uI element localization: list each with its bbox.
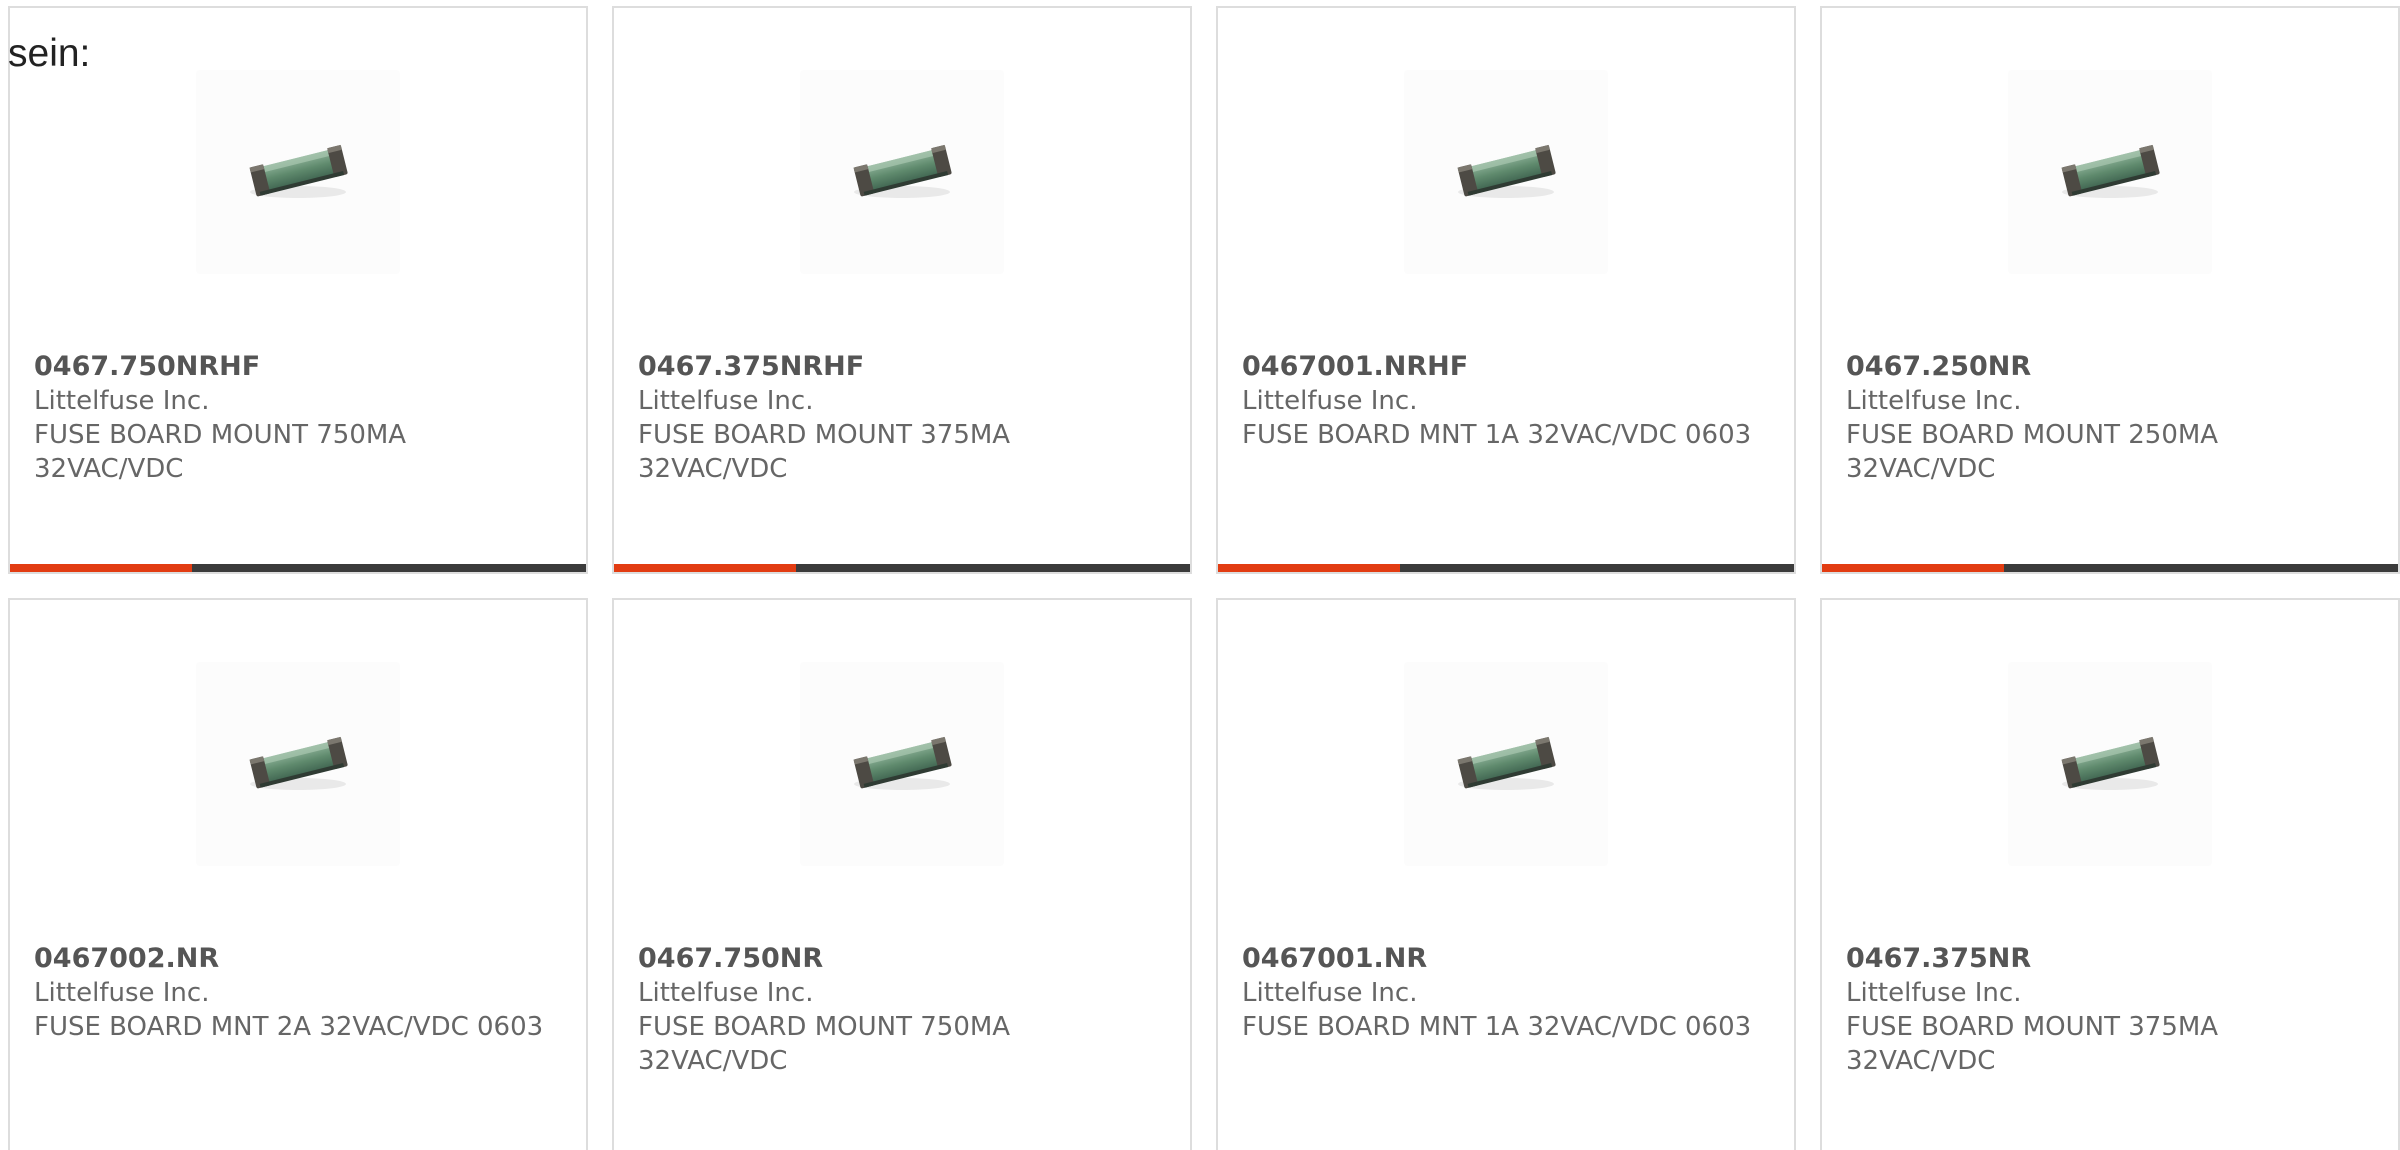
part-number-link[interactable]: 0467001.NRHF bbox=[1242, 350, 1770, 384]
product-card[interactable]: 0467.375NR Littelfuse Inc. FUSE BOARD MO… bbox=[1820, 598, 2400, 1150]
intro-text: sein: bbox=[8, 32, 91, 75]
product-card[interactable]: 0467.250NR Littelfuse Inc. FUSE BOARD MO… bbox=[1820, 6, 2400, 574]
product-card[interactable]: 0467.750NRHF Littelfuse Inc. FUSE BOARD … bbox=[8, 6, 588, 574]
part-number-link[interactable]: 0467001.NR bbox=[1242, 942, 1770, 976]
smd-fuse-drawing bbox=[853, 144, 952, 198]
page: sein: 0467.750NRHF Littelfuse Inc. FUSE … bbox=[0, 0, 2400, 1150]
card-bar-accent bbox=[614, 564, 796, 572]
smd-fuse-image[interactable] bbox=[196, 70, 400, 274]
product-card[interactable]: 0467.375NRHF Littelfuse Inc. FUSE BOARD … bbox=[612, 6, 1192, 574]
product-info: 0467002.NR Littelfuse Inc. FUSE BOARD MN… bbox=[34, 942, 562, 1044]
product-info: 0467001.NR Littelfuse Inc. FUSE BOARD MN… bbox=[1242, 942, 1770, 1044]
product-description: FUSE BOARD MNT 1A 32VAC/VDC 0603 bbox=[1242, 1012, 1752, 1042]
product-description: FUSE BOARD MNT 1A 32VAC/VDC 0603 bbox=[1242, 420, 1752, 450]
smd-fuse-drawing bbox=[853, 736, 952, 790]
card-bottom-bar bbox=[614, 564, 1190, 572]
card-bottom-bar bbox=[1218, 564, 1794, 572]
product-card[interactable]: 0467001.NRHF Littelfuse Inc. FUSE BOARD … bbox=[1216, 6, 1796, 574]
product-description: FUSE BOARD MOUNT 750MA 32VAC/VDC bbox=[34, 420, 407, 484]
card-bottom-bar bbox=[1822, 564, 2398, 572]
part-number-link[interactable]: 0467.250NR bbox=[1846, 350, 2374, 384]
product-description: FUSE BOARD MOUNT 375MA 32VAC/VDC bbox=[1846, 1012, 2219, 1076]
smd-fuse-drawing bbox=[249, 144, 348, 198]
product-description: FUSE BOARD MOUNT 375MA 32VAC/VDC bbox=[638, 420, 1011, 484]
smd-fuse-drawing bbox=[1457, 144, 1556, 198]
card-bottom-bar bbox=[10, 564, 586, 572]
product-info: 0467001.NRHF Littelfuse Inc. FUSE BOARD … bbox=[1242, 350, 1770, 452]
card-bar-accent bbox=[10, 564, 192, 572]
smd-fuse-drawing bbox=[2061, 736, 2160, 790]
card-bar-accent bbox=[1218, 564, 1400, 572]
product-info: 0467.750NR Littelfuse Inc. FUSE BOARD MO… bbox=[638, 942, 1166, 1078]
product-info: 0467.375NR Littelfuse Inc. FUSE BOARD MO… bbox=[1846, 942, 2374, 1078]
smd-fuse-image[interactable] bbox=[196, 662, 400, 866]
manufacturer: Littelfuse Inc. bbox=[1242, 386, 1418, 416]
smd-fuse-image[interactable] bbox=[2008, 662, 2212, 866]
product-card[interactable]: 0467001.NR Littelfuse Inc. FUSE BOARD MN… bbox=[1216, 598, 1796, 1150]
manufacturer: Littelfuse Inc. bbox=[1242, 978, 1418, 1008]
manufacturer: Littelfuse Inc. bbox=[1846, 978, 2022, 1008]
smd-fuse-drawing bbox=[1457, 736, 1556, 790]
manufacturer: Littelfuse Inc. bbox=[34, 386, 210, 416]
smd-fuse-image[interactable] bbox=[800, 70, 1004, 274]
smd-fuse-image[interactable] bbox=[1404, 70, 1608, 274]
manufacturer: Littelfuse Inc. bbox=[1846, 386, 2022, 416]
product-card[interactable]: 0467002.NR Littelfuse Inc. FUSE BOARD MN… bbox=[8, 598, 588, 1150]
product-info: 0467.375NRHF Littelfuse Inc. FUSE BOARD … bbox=[638, 350, 1166, 486]
smd-fuse-image[interactable] bbox=[800, 662, 1004, 866]
product-description: FUSE BOARD MOUNT 750MA 32VAC/VDC bbox=[638, 1012, 1011, 1076]
part-number-link[interactable]: 0467.375NR bbox=[1846, 942, 2374, 976]
manufacturer: Littelfuse Inc. bbox=[638, 978, 814, 1008]
manufacturer: Littelfuse Inc. bbox=[34, 978, 210, 1008]
part-number-link[interactable]: 0467.750NR bbox=[638, 942, 1166, 976]
manufacturer: Littelfuse Inc. bbox=[638, 386, 814, 416]
smd-fuse-drawing bbox=[249, 736, 348, 790]
smd-fuse-drawing bbox=[2061, 144, 2160, 198]
product-card[interactable]: 0467.750NR Littelfuse Inc. FUSE BOARD MO… bbox=[612, 598, 1192, 1150]
product-info: 0467.250NR Littelfuse Inc. FUSE BOARD MO… bbox=[1846, 350, 2374, 486]
product-info: 0467.750NRHF Littelfuse Inc. FUSE BOARD … bbox=[34, 350, 562, 486]
part-number-link[interactable]: 0467002.NR bbox=[34, 942, 562, 976]
part-number-link[interactable]: 0467.375NRHF bbox=[638, 350, 1166, 384]
smd-fuse-image[interactable] bbox=[2008, 70, 2212, 274]
smd-fuse-image[interactable] bbox=[1404, 662, 1608, 866]
product-description: FUSE BOARD MOUNT 250MA 32VAC/VDC bbox=[1846, 420, 2219, 484]
product-description: FUSE BOARD MNT 2A 32VAC/VDC 0603 bbox=[34, 1012, 544, 1042]
part-number-link[interactable]: 0467.750NRHF bbox=[34, 350, 562, 384]
product-grid: 0467.750NRHF Littelfuse Inc. FUSE BOARD … bbox=[8, 6, 2400, 1150]
card-bar-accent bbox=[1822, 564, 2004, 572]
